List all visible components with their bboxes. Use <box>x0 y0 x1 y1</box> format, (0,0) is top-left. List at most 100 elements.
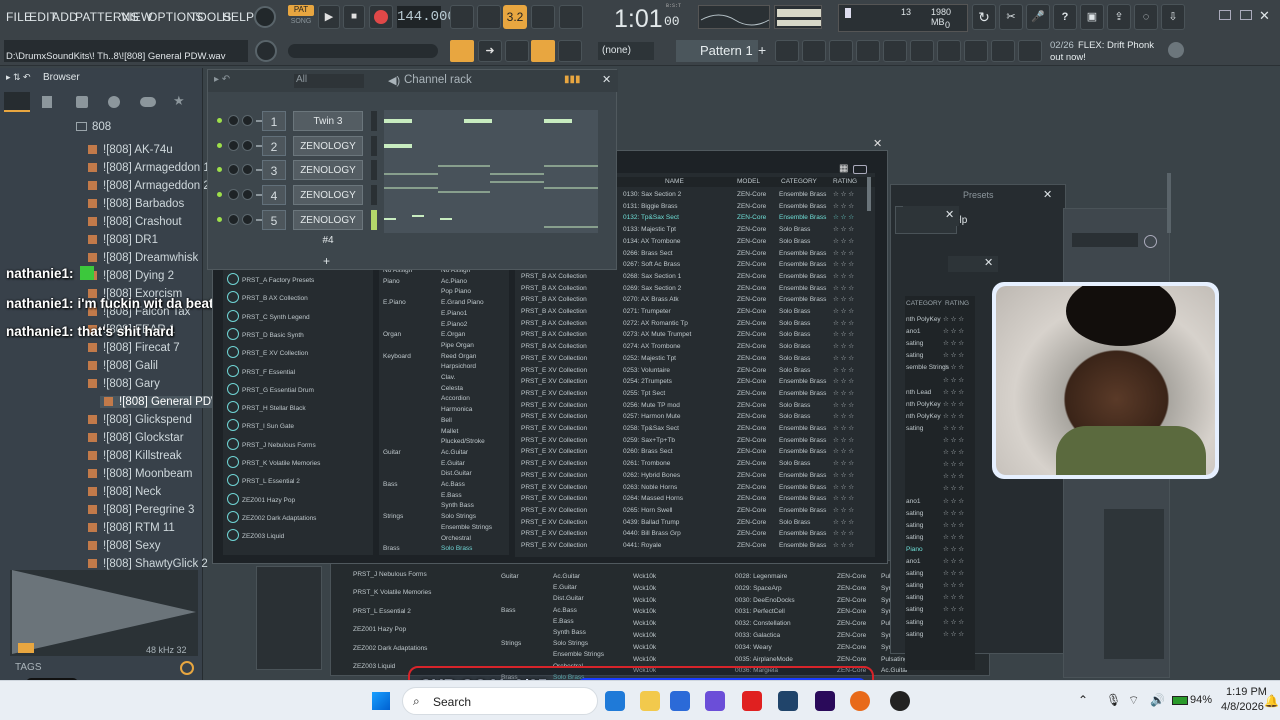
zen-bank-item[interactable]: PRST_I Sun Gate <box>227 419 294 433</box>
zen-preset-name[interactable]: 0258: Tp&Sax Sect <box>623 423 679 435</box>
channel-mute-led[interactable] <box>217 216 222 222</box>
file-icon[interactable] <box>910 40 934 62</box>
rating-stars-icon[interactable]: ☆ ☆ ☆ <box>943 580 964 592</box>
zen-preset-name[interactable]: 0131: Biggie Brass <box>623 201 678 213</box>
browser-item[interactable]: ![808] Moonbeam <box>88 468 193 480</box>
rating-stars-icon[interactable]: ☆ ☆ ☆ <box>943 375 964 387</box>
browser-icon[interactable] <box>883 40 907 62</box>
browser-files-tab[interactable] <box>42 96 52 108</box>
zen-preset-name[interactable]: 0255: Tpt Sect <box>623 388 665 400</box>
browser-item[interactable]: ![808] Firecat 7 <box>88 342 180 354</box>
news-icon[interactable] <box>1018 40 1042 62</box>
browser-all-tab[interactable] <box>4 92 30 112</box>
rating-stars-icon[interactable]: ☆ ☆ ☆ <box>943 435 964 447</box>
rating-stars-icon[interactable]: ☆ ☆ ☆ <box>833 294 854 306</box>
browser-item[interactable]: ![808] Killstreak <box>88 450 182 462</box>
rating-stars-icon[interactable]: ☆ ☆ ☆ <box>833 435 854 447</box>
zen-bank-item[interactable]: PRST_L Essential 2 <box>227 474 300 488</box>
channel-number[interactable]: 1 <box>262 111 286 131</box>
zen-preset-name[interactable]: 0132: Tp&Sax Sect <box>623 212 679 224</box>
clock-icon[interactable] <box>1144 235 1157 248</box>
browser-item[interactable]: ![808] Sexy <box>88 540 161 552</box>
channel-name-button[interactable]: ZENOLOGY #4 <box>293 209 363 246</box>
zen-preset-name[interactable]: 0259: Sax+Tp+Tb <box>623 435 675 447</box>
channel-name-button[interactable]: Twin 3 <box>293 111 363 131</box>
channel-mute-led[interactable] <box>217 142 222 148</box>
channel-volume-knob[interactable] <box>228 189 239 201</box>
rating-stars-icon[interactable]: ☆ ☆ ☆ <box>833 318 854 330</box>
stop-button[interactable]: ■ <box>343 5 365 29</box>
zen-preset-name[interactable]: 0134: AX Trombone <box>623 236 680 248</box>
clock-time[interactable]: 1:19 PM <box>1226 686 1267 698</box>
cloud-icon[interactable] <box>140 97 156 107</box>
channel-pan-knob[interactable] <box>242 139 253 151</box>
browser-item[interactable]: ![808] AK-74u <box>88 144 173 156</box>
rack-arrow-icon[interactable]: ▸ ↶ <box>214 74 230 85</box>
zen2-category-item[interactable]: Solo Strings <box>553 638 588 650</box>
rating-stars-icon[interactable]: ☆ ☆ ☆ <box>943 423 964 435</box>
zen-bank-item[interactable]: PRST_B AX Collection <box>227 291 308 305</box>
right-category-item[interactable]: sating <box>906 617 923 629</box>
right-category-item[interactable]: sating <box>906 604 923 616</box>
zen-preset-name[interactable]: 0260: Brass Sect <box>623 446 673 458</box>
channel-mute-led[interactable] <box>217 192 222 198</box>
zen-preset-name[interactable]: 0267: Soft Ac Brass <box>623 259 680 271</box>
file-explorer-icon[interactable] <box>640 691 660 711</box>
zen2-category-item[interactable]: Ac.Guitar <box>553 571 580 583</box>
zen-preset-name[interactable]: 0268: Sax Section 1 <box>623 271 681 283</box>
rating-stars-icon[interactable]: ☆ ☆ ☆ <box>943 387 964 399</box>
rating-stars-icon[interactable]: ☆ ☆ ☆ <box>943 556 964 568</box>
rating-stars-icon[interactable]: ☆ ☆ ☆ <box>833 400 854 412</box>
youtube-icon[interactable] <box>742 691 762 711</box>
zen-preset-name[interactable]: 0133: Majestic Tpt <box>623 224 676 236</box>
megaphone-icon[interactable] <box>991 40 1015 62</box>
rating-stars-icon[interactable]: ☆ ☆ ☆ <box>833 388 854 400</box>
rating-stars-icon[interactable]: ☆ ☆ ☆ <box>833 212 854 224</box>
rating-stars-icon[interactable]: ☆ ☆ ☆ <box>943 508 964 520</box>
zen-bank-item[interactable]: PRST_G Essential Drum <box>227 382 314 397</box>
rating-stars-icon[interactable]: ☆ ☆ ☆ <box>943 520 964 532</box>
rating-stars-icon[interactable]: ☆ ☆ ☆ <box>943 544 964 556</box>
premiere-icon[interactable] <box>815 691 835 711</box>
rating-stars-icon[interactable]: ☆ ☆ ☆ <box>943 471 964 483</box>
browser-item[interactable]: ![808] General PDW <box>100 396 226 408</box>
zen-clear-icon[interactable] <box>853 165 867 174</box>
master-pitch-knob[interactable] <box>255 40 277 62</box>
channel-pan-knob[interactable] <box>242 164 253 176</box>
rating-stars-icon[interactable]: ☆ ☆ ☆ <box>833 283 854 295</box>
snap-icon[interactable] <box>531 40 555 62</box>
search-box[interactable]: ⌕ Search <box>402 687 598 715</box>
zen-preset-name[interactable]: 0273: AX Mute Trumpet <box>623 329 691 341</box>
rating-stars-icon[interactable]: ☆ ☆ ☆ <box>833 528 854 540</box>
zen-preset-name[interactable]: 0274: AX Trombone <box>623 341 680 353</box>
browser-item[interactable]: ![808] DR1 <box>88 234 158 246</box>
cut-icon[interactable]: ✂ <box>999 4 1023 30</box>
rating-stars-icon[interactable]: ☆ ☆ ☆ <box>833 446 854 458</box>
zen-bank-item[interactable]: ZEZ002 Dark Adaptations <box>227 510 316 525</box>
search-icon[interactable] <box>180 661 194 675</box>
browser-item[interactable]: ![808] Armageddon 2 <box>88 180 210 192</box>
rating-stars-icon[interactable]: ☆ ☆ ☆ <box>943 411 964 423</box>
right-category-item[interactable]: nth PolyKey <box>906 411 941 423</box>
tempo-display[interactable]: 144.000 <box>397 6 456 28</box>
channel-mute-led[interactable] <box>217 118 222 123</box>
rating-stars-icon[interactable]: ☆ ☆ ☆ <box>833 423 854 435</box>
browser-item[interactable]: ![808] Galil <box>88 360 158 372</box>
wifi-icon[interactable]: ⌔ <box>1128 693 1139 708</box>
zen-preset-name[interactable]: 0271: Trumpeter <box>623 306 671 318</box>
right-category-item[interactable]: ano1 <box>906 496 920 508</box>
channel-name-button[interactable]: ZENOLOGY #2 <box>293 160 363 196</box>
zen2-row-name[interactable]: 0030: DeeEnoDocks <box>735 595 795 607</box>
pattern-selector[interactable]: Pattern 1 <box>676 40 758 62</box>
right-category-item[interactable]: sating <box>906 568 923 580</box>
upload-icon[interactable]: ⇪ <box>1107 4 1131 30</box>
right-category-item[interactable]: ano1 <box>906 326 920 338</box>
channel-pan-knob[interactable] <box>242 213 253 225</box>
right-category-item[interactable]: sating <box>906 629 923 641</box>
zen-preset-name[interactable]: 0264: Massed Horns <box>623 493 683 505</box>
right-category-item[interactable]: sating <box>906 508 923 520</box>
tempo-tap-icon[interactable] <box>964 40 988 62</box>
rating-stars-icon[interactable]: ☆ ☆ ☆ <box>943 447 964 459</box>
header-rating[interactable]: RATING <box>833 176 857 188</box>
rating-stars-icon[interactable]: ☆ ☆ ☆ <box>833 189 854 201</box>
